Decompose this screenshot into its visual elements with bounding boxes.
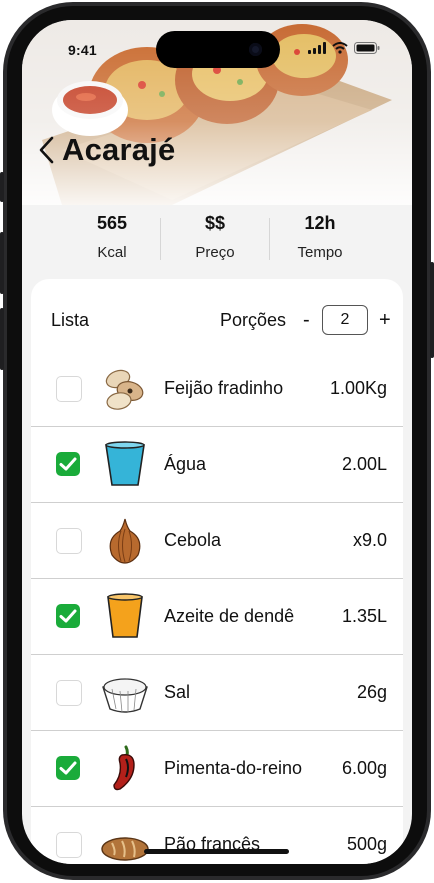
ingredient-row[interactable]: Feijão fradinho 1.00Kg xyxy=(31,351,403,427)
volume-down-button xyxy=(0,308,4,370)
ingredient-quantity: 1.00Kg xyxy=(329,378,387,398)
increase-portions-button[interactable]: + xyxy=(379,309,391,332)
ingredient-checkbox[interactable] xyxy=(56,680,82,706)
stat-price: $$ Preço xyxy=(160,213,270,261)
ingredient-row[interactable]: Sal 26g xyxy=(31,655,403,731)
salt-bowl-icon xyxy=(102,678,148,713)
ingredient-checkbox[interactable] xyxy=(56,528,82,554)
decrease-portions-button[interactable]: - xyxy=(303,309,310,332)
stat-kcal-value: 565 xyxy=(96,213,128,233)
ingredient-quantity: 6.00g xyxy=(341,758,387,778)
water-cup-icon xyxy=(105,441,145,486)
pepper-icon xyxy=(113,745,135,791)
mute-switch xyxy=(0,172,4,202)
ingredient-quantity: x9.0 xyxy=(352,530,387,550)
portions-input[interactable]: 2 xyxy=(322,305,368,335)
stat-time-value: 12h xyxy=(304,213,336,233)
ingredient-row[interactable]: Pimenta-do-reino 6.00g xyxy=(31,731,403,807)
status-icons xyxy=(308,42,380,54)
ingredient-checkbox[interactable] xyxy=(56,376,82,402)
status-time: 9:41 xyxy=(68,42,97,58)
recipe-title: Acarajé xyxy=(62,132,176,167)
stats-divider xyxy=(160,218,161,260)
ingredient-checkbox[interactable] xyxy=(56,832,82,858)
back-button[interactable] xyxy=(32,130,60,170)
ingredient-checkbox[interactable] xyxy=(56,604,80,628)
recipe-header: Acarajé xyxy=(32,130,175,170)
ingredient-row[interactable]: Cebola x9.0 xyxy=(31,503,403,579)
list-header: Lista Porções - 2 + xyxy=(31,279,403,357)
portions-label: Porções xyxy=(220,310,287,330)
list-title: Lista xyxy=(51,310,90,330)
stat-price-value: $$ xyxy=(204,213,226,233)
battery-icon xyxy=(354,42,380,54)
checkmark-icon xyxy=(59,761,77,775)
chevron-left-icon xyxy=(39,136,54,164)
ingredient-checkbox[interactable] xyxy=(56,756,80,780)
ingredient-quantity: 500g xyxy=(346,834,387,854)
home-indicator[interactable] xyxy=(144,849,289,854)
ingredient-checkbox[interactable] xyxy=(56,452,80,476)
ingredient-row[interactable]: Água 2.00L xyxy=(31,427,403,503)
volume-up-button xyxy=(0,232,4,294)
ingredient-name: Sal xyxy=(164,682,191,702)
camera-icon xyxy=(249,43,262,56)
stat-time: 12h Tempo xyxy=(265,213,375,261)
power-button xyxy=(430,262,434,358)
ingredient-quantity: 26g xyxy=(356,682,387,702)
ingredient-name: Água xyxy=(164,454,207,474)
stat-price-label: Preço xyxy=(195,244,235,261)
beans-icon xyxy=(105,369,144,410)
stat-kcal: 565 Kcal xyxy=(57,213,167,261)
ingredient-quantity: 1.35L xyxy=(341,606,387,626)
signal-icon xyxy=(308,42,326,54)
dynamic-island xyxy=(156,31,280,68)
stats-divider xyxy=(269,218,270,260)
oil-cup-icon xyxy=(107,593,143,638)
wifi-icon xyxy=(332,42,348,54)
ingredient-quantity: 2.00L xyxy=(341,454,387,474)
checkmark-icon xyxy=(59,609,77,623)
stat-time-label: Tempo xyxy=(297,244,343,261)
ingredient-name: Feijão fradinho xyxy=(164,378,284,398)
ingredient-row[interactable]: Pão francês 500g xyxy=(31,807,403,864)
bread-icon xyxy=(101,837,149,861)
ingredient-name: Pimenta-do-reino xyxy=(164,758,303,778)
stat-kcal-label: Kcal xyxy=(97,244,127,261)
ingredient-name: Cebola xyxy=(164,530,222,550)
ingredients-card: Lista Porções - 2 + Feijão fradinho 1.00… xyxy=(31,279,403,864)
ingredient-name: Azeite de dendê xyxy=(164,606,295,626)
ingredient-row[interactable]: Azeite de dendê 1.35L xyxy=(31,579,403,655)
checkmark-icon xyxy=(59,457,77,471)
onion-icon xyxy=(109,518,141,564)
app-screen: 9:41 Acarajé 565 Kcal $$ Preço 12h Tempo… xyxy=(22,20,412,864)
